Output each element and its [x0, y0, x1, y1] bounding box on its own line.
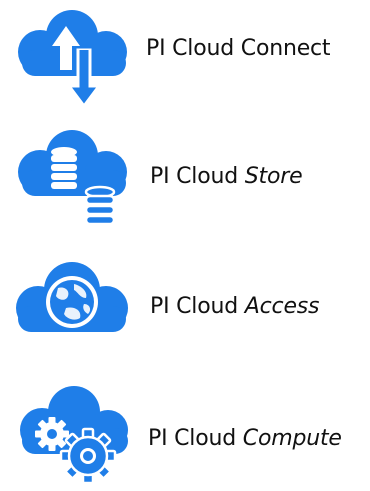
product-label-compute: PI Cloud Compute [148, 426, 342, 451]
label-suffix: Access [244, 294, 320, 319]
product-label-connect: PI Cloud Connect [146, 36, 331, 61]
label-prefix: PI Cloud [148, 426, 236, 451]
label-prefix: PI Cloud [150, 294, 238, 319]
product-row-compute: PI Cloud Compute [0, 380, 370, 491]
product-row-store: PI Cloud Store [0, 120, 370, 240]
label-suffix: Connect [240, 36, 331, 61]
label-prefix: PI Cloud [150, 164, 238, 189]
cloud-database-icon [18, 130, 127, 226]
label-suffix: Compute [242, 426, 342, 451]
product-row-access: PI Cloud Access [0, 250, 370, 365]
product-label-access: PI Cloud Access [150, 294, 320, 319]
label-suffix: Store [244, 164, 303, 189]
cloud-gears-icon [20, 386, 128, 485]
product-row-connect: PI Cloud Connect [0, 0, 370, 110]
product-label-store: PI Cloud Store [150, 164, 303, 189]
label-prefix: PI Cloud [146, 36, 234, 61]
cloud-globe-icon [16, 262, 128, 332]
cloud-upload-download-icon [18, 10, 127, 108]
